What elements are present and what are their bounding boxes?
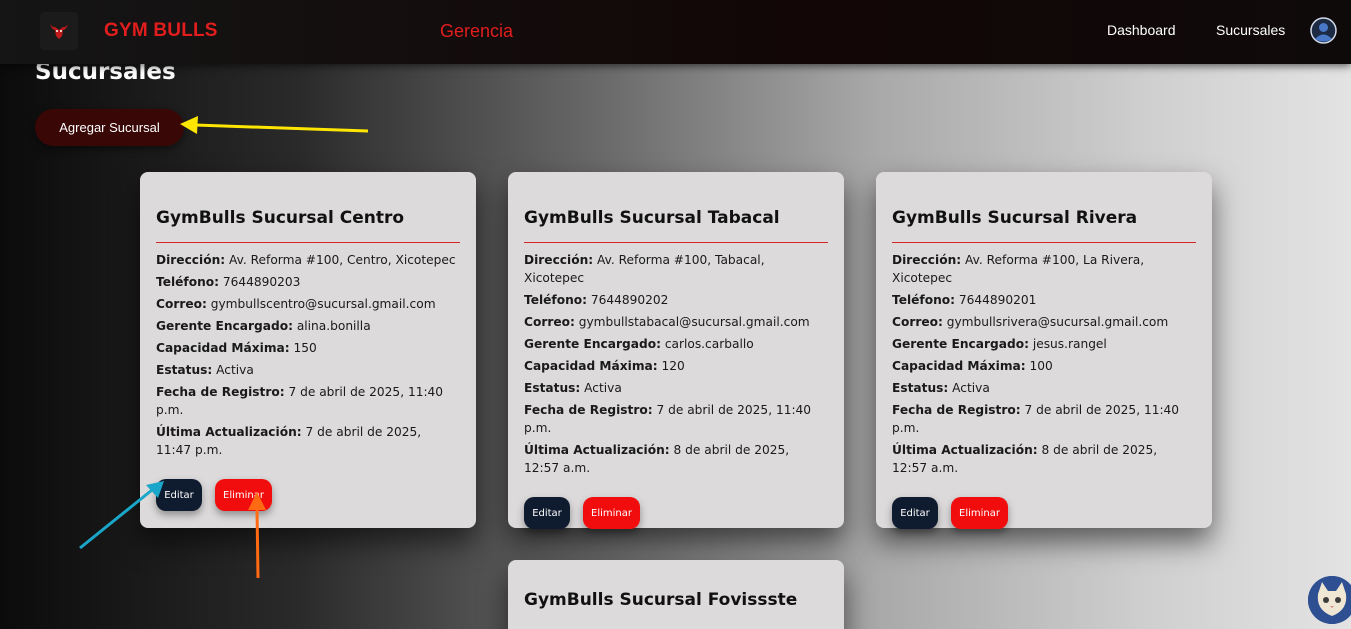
yellow-arrow-icon <box>180 116 369 134</box>
branch-capacity: Capacidad Máxima: 100 <box>892 359 1053 373</box>
delete-button[interactable]: Eliminar <box>215 479 272 511</box>
branch-updated: Última Actualización: 8 de abril de 2025… <box>524 443 790 475</box>
nav-link-sucursales[interactable]: Sucursales <box>1216 22 1285 38</box>
branch-name: GymBulls Sucursal Tabacal <box>524 202 828 243</box>
card-actions: Editar Eliminar <box>892 497 1196 529</box>
nav-link-dashboard[interactable]: Dashboard <box>1107 22 1176 38</box>
bull-logo-icon <box>50 24 68 39</box>
branch-card-rivera: GymBulls Sucursal Rivera Dirección: Av. … <box>876 172 1212 529</box>
branch-manager: Gerente Encargado: alina.bonilla <box>156 319 371 333</box>
branch-capacity: Capacidad Máxima: 120 <box>524 359 685 373</box>
branch-created: Fecha de Registro: 7 de abril de 2025, 1… <box>524 403 812 435</box>
branch-email: Correo: gymbullscentro@sucursal.gmail.co… <box>156 297 436 311</box>
navbar: GYM BULLS Gerencia Dashboard Sucursales <box>0 0 1351 64</box>
branch-created: Fecha de Registro: 7 de abril de 2025, 1… <box>156 385 444 417</box>
branch-address: Dirección: Av. Reforma #100, Tabacal, Xi… <box>524 253 765 285</box>
gym-bulls-logo[interactable] <box>40 12 78 50</box>
user-profile-icon[interactable] <box>1310 17 1337 44</box>
branch-manager: Gerente Encargado: carlos.carballo <box>524 337 754 351</box>
branch-manager: Gerente Encargado: jesus.rangel <box>892 337 1107 351</box>
branch-capacity: Capacidad Máxima: 150 <box>156 341 317 355</box>
branch-name: GymBulls Sucursal Rivera <box>892 202 1196 243</box>
branch-email: Correo: gymbullsrivera@sucursal.gmail.co… <box>892 315 1169 329</box>
branch-created: Fecha de Registro: 7 de abril de 2025, 1… <box>892 403 1180 435</box>
branch-phone: Teléfono: 7644890201 <box>892 293 1037 307</box>
section-title: Gerencia <box>440 21 514 41</box>
branch-email: Correo: gymbullstabacal@sucursal.gmail.c… <box>524 315 810 329</box>
cat-avatar-icon <box>1308 576 1351 624</box>
branch-status: Estatus: Activa <box>156 363 254 377</box>
branch-status: Estatus: Activa <box>524 381 622 395</box>
branch-name: GymBulls Sucursal Centro <box>156 202 460 243</box>
branch-address: Dirección: Av. Reforma #100, La Rivera, … <box>892 253 1145 285</box>
branch-name: GymBulls Sucursal Fovissste <box>524 590 798 610</box>
edit-button[interactable]: Editar <box>892 497 938 529</box>
edit-button[interactable]: Editar <box>524 497 570 529</box>
add-branch-button[interactable]: Agregar Sucursal <box>35 109 184 146</box>
branch-card-centro: GymBulls Sucursal Centro Dirección: Av. … <box>140 172 476 528</box>
delete-button[interactable]: Eliminar <box>583 497 640 529</box>
branch-phone: Teléfono: 7644890203 <box>156 275 301 289</box>
branch-card-tabacal: GymBulls Sucursal Tabacal Dirección: Av.… <box>508 172 844 529</box>
branch-address: Dirección: Av. Reforma #100, Centro, Xic… <box>156 253 456 267</box>
delete-button[interactable]: Eliminar <box>951 497 1008 529</box>
branch-updated: Última Actualización: 8 de abril de 2025… <box>892 443 1158 475</box>
branch-card-fovissste: GymBulls Sucursal Fovissste <box>508 560 844 629</box>
card-actions: Editar Eliminar <box>524 497 828 529</box>
branch-status: Estatus: Activa <box>892 381 990 395</box>
branch-phone: Teléfono: 7644890202 <box>524 293 669 307</box>
assistant-avatar[interactable] <box>1308 576 1351 624</box>
brand-name[interactable]: GYM BULLS <box>104 20 218 42</box>
card-actions: Editar Eliminar <box>156 479 460 511</box>
edit-button[interactable]: Editar <box>156 479 202 511</box>
branch-updated: Última Actualización: 7 de abril de 2025… <box>156 425 422 457</box>
